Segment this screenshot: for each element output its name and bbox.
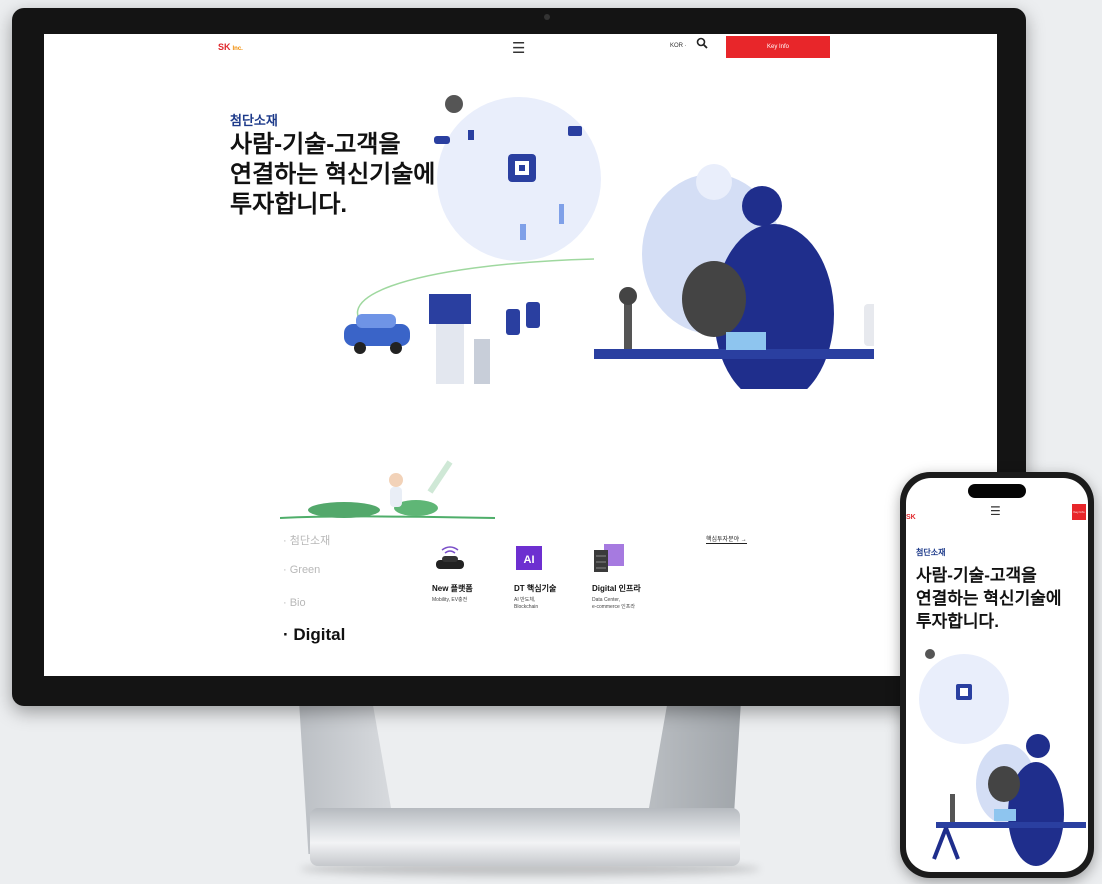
microscope [624,299,632,349]
card-title: Digital 인프라 [592,584,641,593]
wafer [682,261,746,337]
card-digital-infra[interactable]: Digital 인프라 Data Center, e-commerce 인프라 [592,544,672,611]
card-sub: Data Center, e-commerce 인프라 [592,597,635,610]
card-title: New 플랫폼 [432,584,473,593]
desktop-screen: SK Inc. ☰ KOR · Key Info 첨단소재 사람-기술-고객을 연… [44,34,997,676]
menu-item-digital[interactable]: · Digital [283,625,345,645]
lab-bench [594,349,874,359]
person [389,473,403,487]
hero-illustration [344,95,874,389]
svg-text:AI: AI [524,554,535,566]
phone-hamburger-menu-icon[interactable]: ☰ [990,504,1001,518]
language-selector[interactable]: KOR · [670,43,687,49]
card-new-platform[interactable]: New 플랫폼 Mobility, EV충전 [432,544,512,604]
dynamic-island [968,484,1026,498]
test-tubes [726,332,766,350]
key-info-button[interactable]: Key Info [726,36,830,58]
logo-text: SK [218,42,231,52]
sk-logo[interactable]: SK Inc. [218,42,243,52]
phone-key-info-button[interactable]: Key Info [1072,504,1086,520]
phone-hero-tag: 첨단소재 [916,548,946,557]
monitor-base [310,808,740,866]
server-icon [594,544,624,572]
dark-sphere [445,95,463,113]
hamburger-menu-icon[interactable]: ☰ [512,39,525,57]
search-icon[interactable] [696,37,708,52]
phone-hero-illustration [919,649,1086,866]
menu-item-bio[interactable]: · Bio [283,597,306,609]
green-illustration [280,460,496,519]
card-sub: Mobility, EV충전 [432,597,468,603]
menu-item-advanced-materials[interactable]: · 첨단소재 [283,532,330,548]
logo-sub: Inc. [232,46,243,52]
phone-hero-headline: 사람-기술-고객을 연결하는 혁신기술에 투자합니다. [916,566,1062,631]
phone-sk-logo[interactable]: SK [906,514,916,521]
charger-screen [429,294,471,324]
card-dt-core-tech[interactable]: AI DT 핵심기술 AI 반도체, Blockchain [514,544,594,611]
core-investment-link[interactable]: 핵심투자분야 → [706,534,747,544]
webcam-dot [544,14,550,20]
ai-icon: AI [516,546,542,570]
card-sub: AI 반도체, Blockchain [514,597,539,610]
laptop [864,304,874,346]
connected-car-icon [436,546,464,569]
charger-body [436,324,464,384]
card-title: DT 핵심기술 [514,584,557,593]
menu-item-green[interactable]: · Green [283,564,320,576]
battery [506,309,520,335]
